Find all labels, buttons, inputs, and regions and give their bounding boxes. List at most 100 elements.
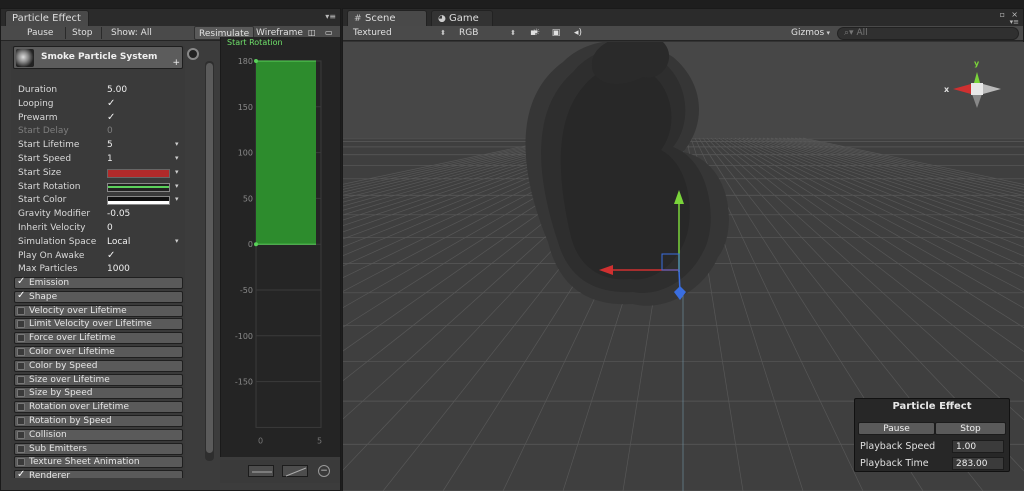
- module-enabled-checkbox[interactable]: [17, 375, 25, 384]
- stop-button[interactable]: Stop: [68, 26, 96, 40]
- playback-speed-field[interactable]: 1.00: [952, 440, 1004, 453]
- start-rotation-range-band[interactable]: [256, 61, 316, 245]
- add-module-button[interactable]: +: [172, 58, 180, 68]
- tab-scene[interactable]: # Scene: [347, 10, 427, 26]
- scene-tab-menu-icon[interactable]: ▾≡: [1010, 18, 1019, 26]
- module-size-over-lifetime[interactable]: Size over Lifetime: [14, 373, 183, 386]
- module-enabled-checkbox[interactable]: [17, 361, 25, 370]
- prop-checkbox[interactable]: ✓: [107, 98, 117, 109]
- module-size-by-speed[interactable]: Size by Speed: [14, 387, 183, 400]
- module-velocity-over-lifetime[interactable]: Velocity over Lifetime: [14, 304, 183, 317]
- prop-dropdown-icon[interactable]: ▾: [175, 237, 179, 245]
- inspector-scrollbar[interactable]: [205, 61, 214, 461]
- module-enabled-checkbox[interactable]: [17, 334, 25, 343]
- module-enabled-checkbox[interactable]: [17, 320, 25, 329]
- prop-value[interactable]: 5: [107, 140, 113, 150]
- gizmos-dropdown[interactable]: Gizmos ▾: [787, 27, 833, 40]
- prop-row-start-color[interactable]: Start Color ▾: [18, 194, 185, 207]
- module-limit-velocity-over-lifetime[interactable]: Limit Velocity over Lifetime: [14, 318, 183, 331]
- module-color-by-speed[interactable]: Color by Speed: [14, 359, 183, 372]
- lighting-toggle-icon[interactable]: ☀: [529, 27, 543, 40]
- tab-menu-icon[interactable]: ▾≡: [325, 12, 336, 21]
- module-renderer[interactable]: ✓ Renderer: [14, 469, 183, 478]
- playback-time-field[interactable]: 283.00: [952, 457, 1004, 470]
- prop-row-prewarm[interactable]: Prewarm ✓: [18, 112, 185, 125]
- prop-value[interactable]: 0: [107, 126, 113, 136]
- curve-plot[interactable]: 180 150 100 50 0 -50 -100 -150 0 5: [221, 37, 341, 457]
- module-enabled-checkbox[interactable]: ✓: [17, 276, 25, 287]
- module-enabled-checkbox[interactable]: [17, 389, 25, 398]
- prop-row-start-rotation[interactable]: Start Rotation ▾: [18, 181, 185, 194]
- module-enabled-checkbox[interactable]: [17, 430, 25, 439]
- module-enabled-checkbox[interactable]: [17, 417, 25, 425]
- module-force-over-lifetime[interactable]: Force over Lifetime: [14, 332, 183, 345]
- module-shape[interactable]: ✓ Shape: [14, 290, 183, 303]
- prop-row-inherit-velocity[interactable]: Inherit Velocity 0: [18, 222, 185, 235]
- particle-system-header[interactable]: Smoke Particle System +: [13, 46, 183, 69]
- prop-value[interactable]: 0: [107, 223, 113, 233]
- color-mode-dropdown[interactable]: RGB ⬍: [455, 27, 519, 40]
- audio-toggle-icon[interactable]: ◂): [571, 27, 585, 40]
- module-rotation-over-lifetime[interactable]: Rotation over Lifetime: [14, 401, 183, 414]
- start-rotation-curve-preview[interactable]: [107, 182, 170, 192]
- module-enabled-checkbox[interactable]: [17, 458, 25, 467]
- prop-dropdown-icon[interactable]: ▾: [175, 154, 179, 162]
- prop-row-start-speed[interactable]: Start Speed 1 ▾: [18, 153, 185, 166]
- constant-curve-preset[interactable]: [248, 465, 274, 477]
- module-texture-sheet-animation[interactable]: Texture Sheet Animation: [14, 456, 183, 469]
- prop-value[interactable]: 5.00: [107, 85, 127, 95]
- prop-row-play-on-awake[interactable]: Play On Awake ✓: [18, 250, 185, 263]
- prop-row-start-lifetime[interactable]: Start Lifetime 5 ▾: [18, 139, 185, 152]
- prop-value[interactable]: -0.05: [107, 209, 130, 219]
- module-enabled-checkbox[interactable]: ✓: [17, 290, 25, 301]
- prop-row-max-particles[interactable]: Max Particles 1000: [18, 263, 185, 276]
- prop-dropdown-icon[interactable]: ▾: [175, 168, 179, 176]
- module-enabled-checkbox[interactable]: [17, 348, 25, 356]
- curve-editor[interactable]: Start Rotation 180 150 100 50 0 -50 -100 -150 0 5: [220, 37, 340, 457]
- module-enabled-checkbox[interactable]: [17, 444, 25, 453]
- prop-dropdown-icon[interactable]: ▾: [175, 182, 179, 190]
- module-emission[interactable]: ✓ Emission: [14, 276, 183, 289]
- curve-max-key[interactable]: [254, 59, 258, 63]
- prop-value[interactable]: 1: [107, 154, 113, 164]
- remove-curve-icon[interactable]: −: [318, 465, 330, 477]
- overlay-stop-button[interactable]: Stop: [935, 422, 1006, 435]
- prop-row-start-size[interactable]: Start Size ▾: [18, 167, 185, 180]
- pause-button[interactable]: Pause: [23, 26, 57, 40]
- prop-dropdown-icon[interactable]: ▾: [175, 140, 179, 148]
- render-mode-dropdown[interactable]: Textured ⬍: [349, 27, 449, 40]
- tab-game[interactable]: ◕ Game: [431, 10, 493, 26]
- overlay-pause-button[interactable]: Pause: [858, 422, 935, 435]
- show-all-dropdown[interactable]: Show: All: [107, 26, 156, 40]
- prop-dropdown-icon[interactable]: ▾: [175, 195, 179, 203]
- prop-checkbox[interactable]: ✓: [107, 112, 117, 123]
- module-enabled-checkbox[interactable]: [17, 403, 25, 412]
- prop-row-gravity-modifier[interactable]: Gravity Modifier -0.05: [18, 208, 185, 221]
- prop-checkbox[interactable]: ✓: [107, 250, 117, 261]
- tab-particle-effect[interactable]: Particle Effect: [5, 10, 89, 26]
- module-rotation-by-speed[interactable]: Rotation by Speed: [14, 415, 183, 427]
- prop-label: Start Speed: [18, 154, 72, 164]
- start-color-swatch[interactable]: [107, 196, 170, 206]
- emitter-selector-icon[interactable]: [187, 48, 199, 60]
- module-label: Shape: [29, 291, 58, 302]
- curve-min-key[interactable]: [254, 242, 258, 247]
- prop-row-start-delay[interactable]: Start Delay 0: [18, 125, 185, 138]
- scrollbar-thumb[interactable]: [206, 63, 213, 453]
- module-collision[interactable]: Collision: [14, 428, 183, 441]
- start-size-curve-preview[interactable]: [107, 168, 170, 178]
- image-effects-icon[interactable]: ▣: [549, 27, 563, 40]
- prop-value[interactable]: Local: [107, 237, 130, 247]
- maximize-icon[interactable]: ▫: [1000, 10, 1005, 19]
- prop-value[interactable]: 1000: [107, 264, 130, 274]
- prop-label: Max Particles: [18, 264, 78, 275]
- prop-row-looping[interactable]: Looping ✓: [18, 98, 185, 111]
- prop-row-simulation-space[interactable]: Simulation Space Local ▾: [18, 236, 185, 249]
- scene-search-input[interactable]: ⌕▾ All: [837, 27, 1019, 40]
- module-enabled-checkbox[interactable]: [17, 306, 25, 315]
- module-sub-emitters[interactable]: Sub Emitters: [14, 442, 183, 455]
- module-color-over-lifetime[interactable]: Color over Lifetime: [14, 346, 183, 358]
- linear-curve-preset[interactable]: [282, 465, 308, 477]
- module-enabled-checkbox[interactable]: ✓: [17, 469, 25, 478]
- prop-row-duration[interactable]: Duration 5.00: [18, 84, 185, 97]
